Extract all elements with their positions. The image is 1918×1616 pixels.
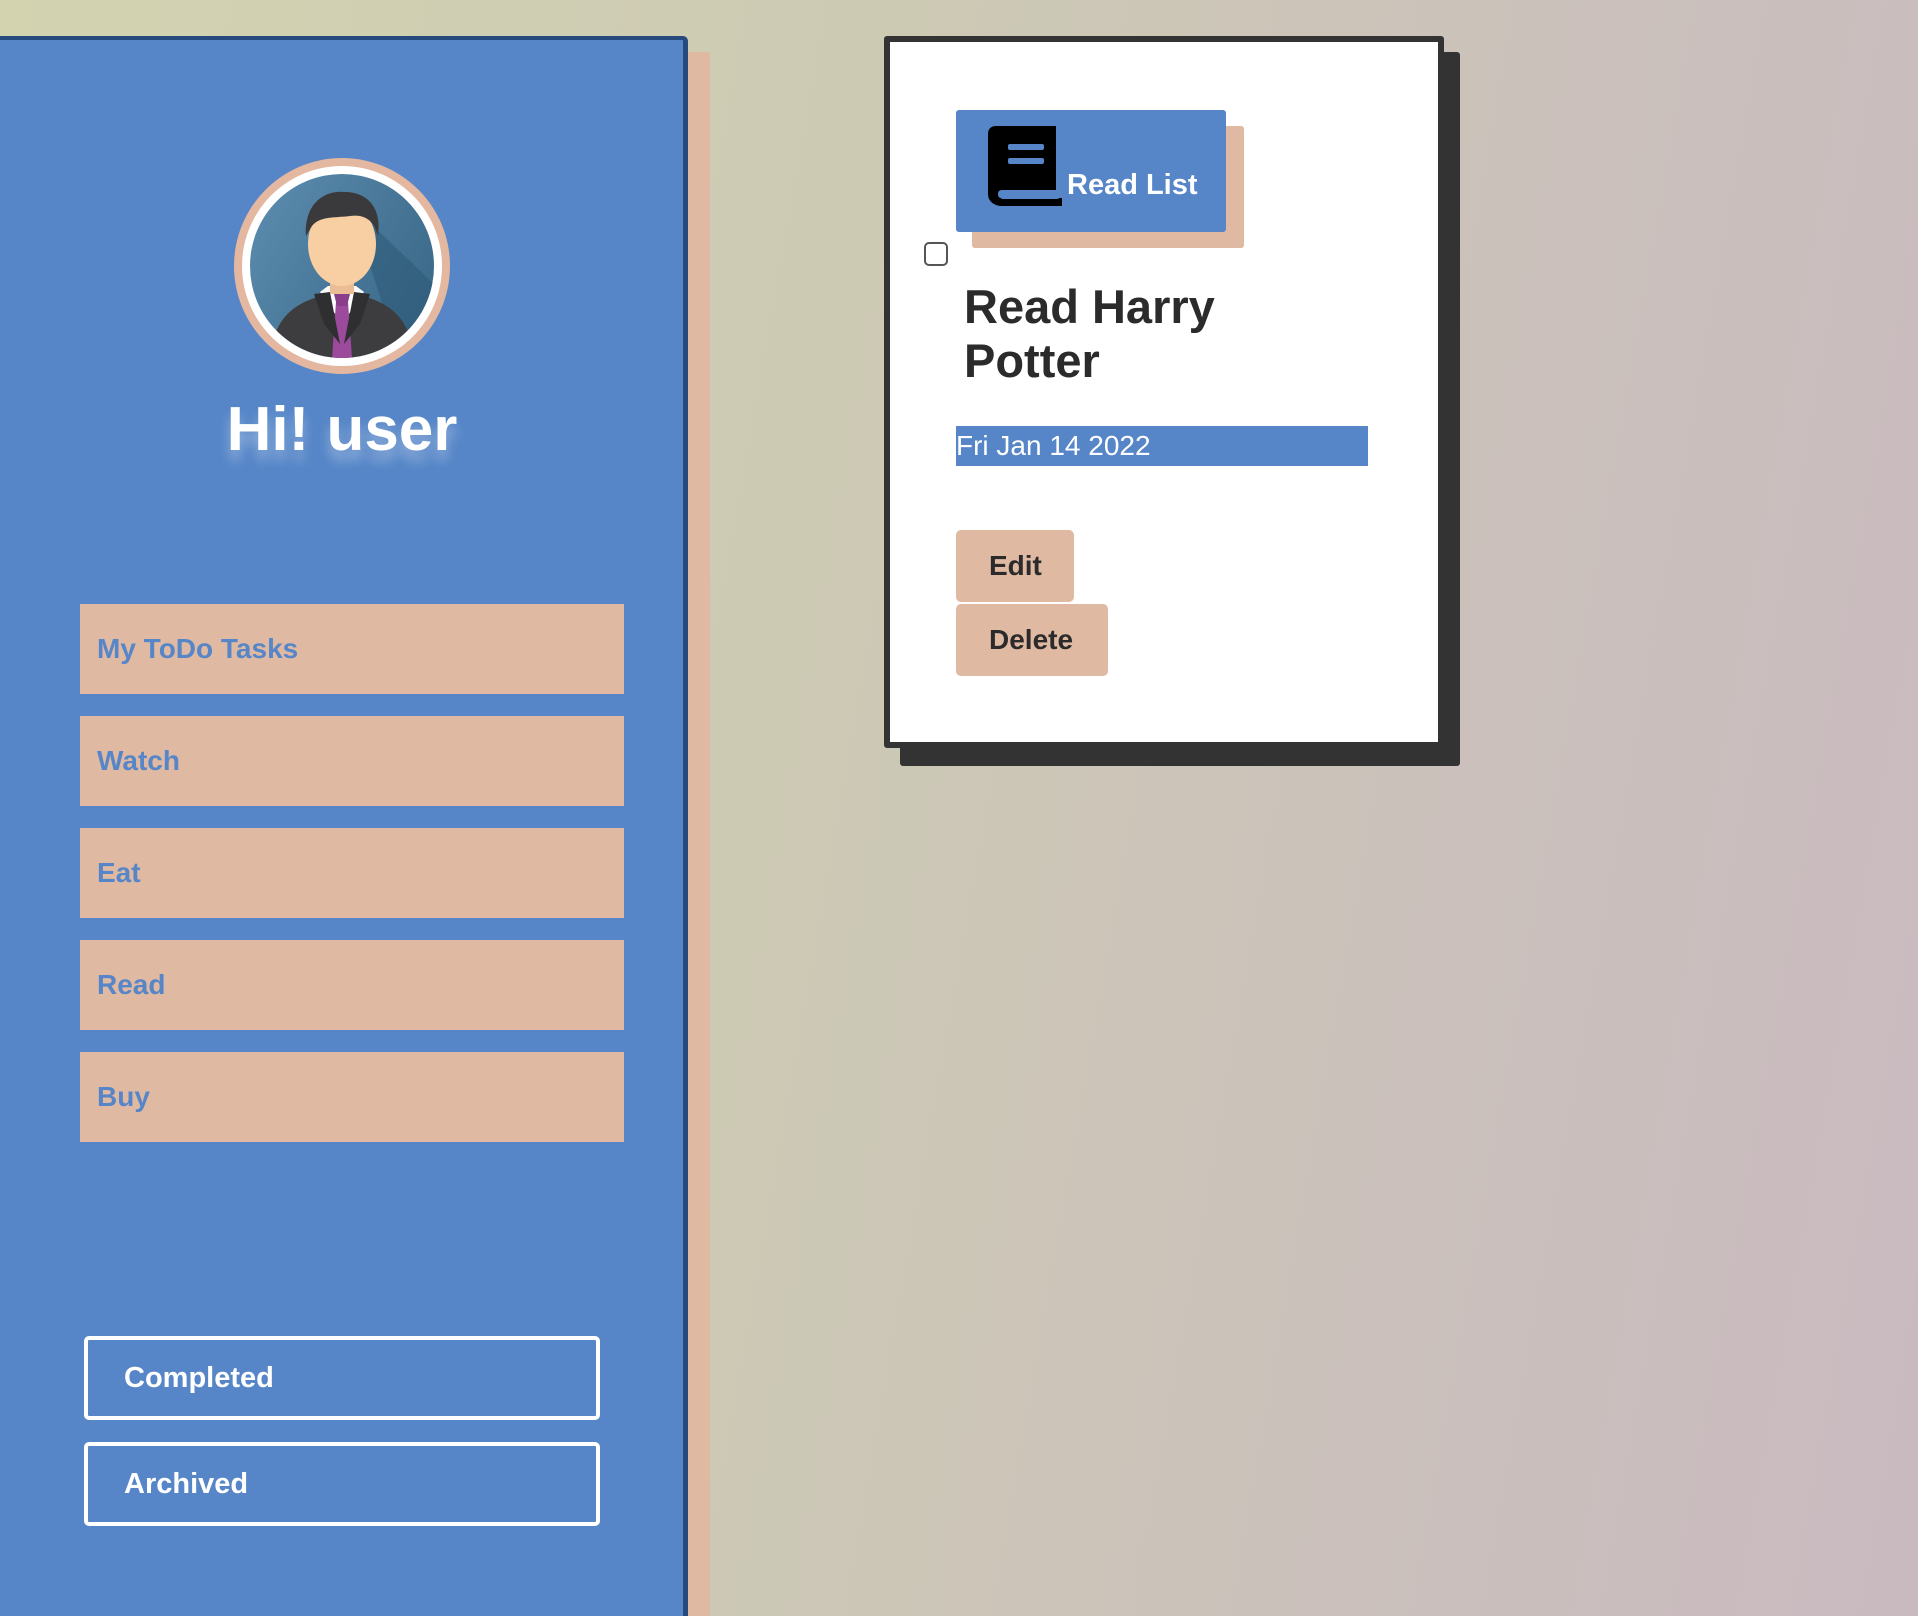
delete-button[interactable]: Delete — [956, 604, 1108, 676]
completed-button[interactable]: Completed — [84, 1336, 600, 1420]
sidebar-item-buy[interactable]: Buy — [80, 1052, 624, 1142]
greeting-heading: Hi! user — [226, 395, 458, 464]
sidebar-item-eat[interactable]: Eat — [80, 828, 624, 918]
category-tag: Read List — [956, 110, 1226, 232]
task-date: Fri Jan 14 2022 — [956, 426, 1368, 466]
sidebar-item-my-todo-tasks[interactable]: My ToDo Tasks — [80, 604, 624, 694]
avatar — [234, 158, 450, 374]
archived-button[interactable]: Archived — [84, 1442, 600, 1526]
sidebar: Hi! user My ToDo Tasks Watch Eat Read Bu… — [0, 36, 688, 1616]
task-complete-checkbox[interactable] — [924, 242, 948, 266]
task-title: Read Harry Potter — [964, 280, 1215, 387]
sidebar-item-watch[interactable]: Watch — [80, 716, 624, 806]
book-icon — [988, 126, 1062, 206]
edit-button[interactable]: Edit — [956, 530, 1074, 602]
user-avatar-icon — [250, 174, 434, 358]
sidebar-item-read[interactable]: Read — [80, 940, 624, 1030]
tag-label: Read List — [1067, 169, 1198, 201]
